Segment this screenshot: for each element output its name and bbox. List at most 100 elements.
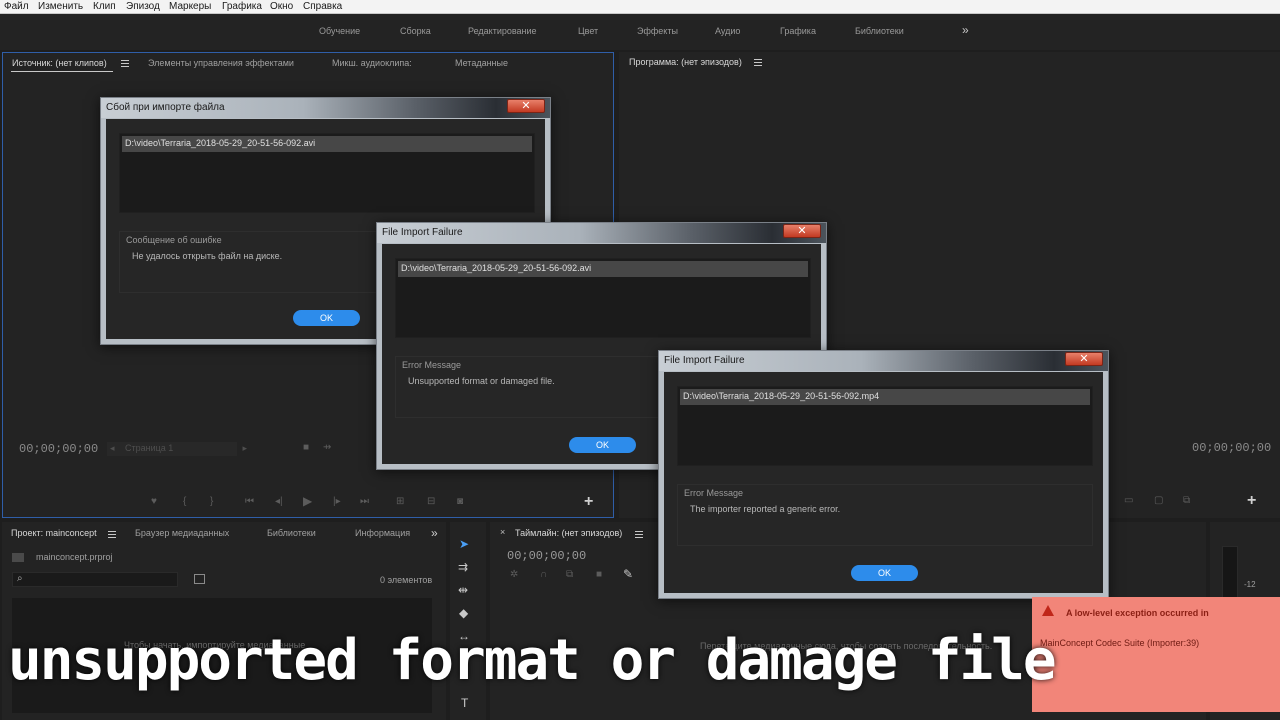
project-file-name: mainconcept.prproj xyxy=(36,552,113,562)
workspace-learning[interactable]: Обучение xyxy=(319,26,360,36)
workspace-bar: Обучение Сборка Редактирование Цвет Эффе… xyxy=(0,14,1280,50)
dialog-close-button[interactable]: ✕ xyxy=(783,224,821,238)
warning-icon xyxy=(1042,605,1054,616)
tab-metadata[interactable]: Метаданные xyxy=(455,58,508,68)
project-folder-icon xyxy=(12,553,24,562)
tab-project[interactable]: Проект: mainconcept xyxy=(11,528,97,538)
page-next-icon[interactable]: ▸ xyxy=(242,443,247,454)
workspace-color[interactable]: Цвет xyxy=(578,26,598,36)
exception-toast[interactable]: A low-level exception occurred in MainCo… xyxy=(1032,597,1280,712)
drag-video-icon[interactable]: ⇸ xyxy=(323,442,331,453)
timeline-close-icon[interactable]: × xyxy=(500,527,505,537)
timeline-menu-icon[interactable] xyxy=(635,531,643,538)
toast-title: A low-level exception occurred in xyxy=(1066,608,1209,618)
menu-window[interactable]: Окно xyxy=(270,1,293,12)
ok-button[interactable]: OK xyxy=(569,437,636,453)
workspace-graphics[interactable]: Графика xyxy=(780,26,816,36)
ripple-edit-tool-icon[interactable]: ⇹ xyxy=(458,583,468,597)
overwrite-icon[interactable]: ⊟ xyxy=(427,496,435,507)
go-to-out-icon[interactable]: ⏭ xyxy=(360,496,369,507)
dialog-title: File Import Failure xyxy=(382,227,463,238)
insert-icon[interactable]: ⊞ xyxy=(396,496,404,507)
menu-bar: Файл Изменить Клип Эпизод Маркеры График… xyxy=(0,0,1280,14)
search-icon: ⌕ xyxy=(17,573,23,584)
timeline-timecode[interactable]: 00;00;00;00 xyxy=(507,549,586,563)
mark-in-icon[interactable]: { xyxy=(183,496,186,507)
menu-help[interactable]: Справка xyxy=(303,1,342,12)
nest-icon[interactable]: ✲ xyxy=(510,569,518,580)
panel-menu-icon[interactable] xyxy=(121,60,129,67)
error-message-label: Сообщение об ошибке xyxy=(126,235,222,245)
project-item-count: 0 элементов xyxy=(380,575,433,585)
timeline-title[interactable]: Таймлайн: (нет эпизодов) xyxy=(515,528,622,538)
step-back-icon[interactable]: ◂| xyxy=(275,496,283,507)
add-marker-timeline-icon[interactable]: ■ xyxy=(596,569,602,580)
go-to-in-icon[interactable]: ⏮ xyxy=(245,496,254,507)
step-forward-icon[interactable]: |▸ xyxy=(333,496,341,507)
workspace-assembly[interactable]: Сборка xyxy=(400,26,431,36)
menu-markers[interactable]: Маркеры xyxy=(169,1,211,12)
error-message-box: Error Message The importer reported a ge… xyxy=(677,484,1093,546)
menu-sequence[interactable]: Эпизод xyxy=(126,1,160,12)
dialog-title: Сбой при импорте файла xyxy=(106,102,225,113)
linked-selection-icon[interactable]: ⧉ xyxy=(566,569,573,580)
compare-view-icon[interactable]: ▭ xyxy=(1124,495,1133,506)
error-message-text: Не удалось открыть файл на диске. xyxy=(132,251,283,261)
page-select[interactable]: ◂ Страница 1 ▸ xyxy=(107,442,247,456)
button-editor-plus-icon[interactable]: + xyxy=(584,493,593,511)
add-marker-icon[interactable]: ♥ xyxy=(151,496,157,507)
snap-icon[interactable]: ∩ xyxy=(540,569,547,580)
import-failure-dialog-mp4: File Import Failure ✕ D:\video\Terraria_… xyxy=(658,350,1109,599)
menu-clip[interactable]: Клип xyxy=(93,1,116,12)
program-button-editor-plus-icon[interactable]: + xyxy=(1247,492,1256,510)
export-frame-icon[interactable]: ◙ xyxy=(457,496,463,507)
program-panel-title[interactable]: Программа: (нет эпизодов) xyxy=(629,57,742,67)
page-prev-icon[interactable]: ◂ xyxy=(110,443,115,454)
failed-file-row[interactable]: D:\video\Terraria_2018-05-29_20-51-56-09… xyxy=(680,389,1090,405)
tab-source[interactable]: Источник: (нет клипов) xyxy=(12,58,107,68)
menu-graphics[interactable]: Графика xyxy=(222,1,262,12)
tab-info[interactable]: Информация xyxy=(355,528,410,538)
mark-out-icon[interactable]: } xyxy=(210,496,213,507)
track-select-tool-icon[interactable]: ⇉ xyxy=(458,560,468,574)
new-search-bin-icon[interactable] xyxy=(194,574,205,584)
dialog-title: File Import Failure xyxy=(664,355,745,366)
tab-libraries[interactable]: Библиотеки xyxy=(267,528,316,538)
panel-overflow-button[interactable]: » xyxy=(431,526,438,540)
source-timecode[interactable]: 00;00;00;00 xyxy=(19,442,98,456)
workspaces-overflow-button[interactable]: » xyxy=(962,23,969,37)
play-icon[interactable]: ▶ xyxy=(303,494,312,508)
failed-file-row[interactable]: D:\video\Terraria_2018-05-29_20-51-56-09… xyxy=(398,261,808,277)
toast-message: MainConcept Codec Suite (Importer:39) xyxy=(1040,638,1200,648)
tab-media-browser[interactable]: Браузер медиаданных xyxy=(135,528,229,538)
workspace-audio[interactable]: Аудио xyxy=(715,26,740,36)
type-tool-icon[interactable]: T xyxy=(461,696,468,710)
failed-file-row[interactable]: D:\video\Terraria_2018-05-29_20-51-56-09… xyxy=(122,136,532,152)
workspace-libraries[interactable]: Библиотеки xyxy=(855,26,904,36)
page-select-value: Страница 1 xyxy=(125,443,174,453)
razor-tool-icon[interactable]: ◆ xyxy=(459,606,468,620)
meter-scale-label: -12 xyxy=(1244,580,1256,589)
workspace-editing[interactable]: Редактирование xyxy=(468,26,537,36)
menu-edit[interactable]: Изменить xyxy=(38,1,83,12)
selection-tool-icon[interactable]: ➤ xyxy=(459,537,469,551)
dialog-close-button[interactable]: ✕ xyxy=(1065,352,1103,366)
ok-button[interactable]: OK xyxy=(293,310,360,326)
ok-button[interactable]: OK xyxy=(851,565,918,581)
dialog-body: D:\video\Terraria_2018-05-29_20-51-56-09… xyxy=(664,372,1103,593)
program-panel-menu-icon[interactable] xyxy=(754,59,762,66)
active-tab-underline xyxy=(11,71,113,72)
menu-file[interactable]: Файл xyxy=(4,1,29,12)
project-panel-menu-icon[interactable] xyxy=(108,531,116,538)
workspace-effects[interactable]: Эффекты xyxy=(637,26,678,36)
program-timecode[interactable]: 00;00;00;00 xyxy=(1192,441,1271,455)
project-search-input[interactable]: ⌕ xyxy=(12,572,178,587)
safe-margins-icon[interactable]: ■ xyxy=(303,442,309,453)
multicam-icon[interactable]: ⧉ xyxy=(1183,495,1190,506)
dialog-close-button[interactable]: ✕ xyxy=(507,99,545,113)
error-message-label: Error Message xyxy=(402,360,462,370)
tab-effect-controls[interactable]: Элементы управления эффектами xyxy=(148,58,294,68)
comment-icon[interactable]: ▢ xyxy=(1154,495,1163,506)
timeline-settings-icon[interactable]: ✎ xyxy=(623,567,633,581)
tab-audio-clip-mixer[interactable]: Микш. аудиоклипа: xyxy=(332,58,412,68)
